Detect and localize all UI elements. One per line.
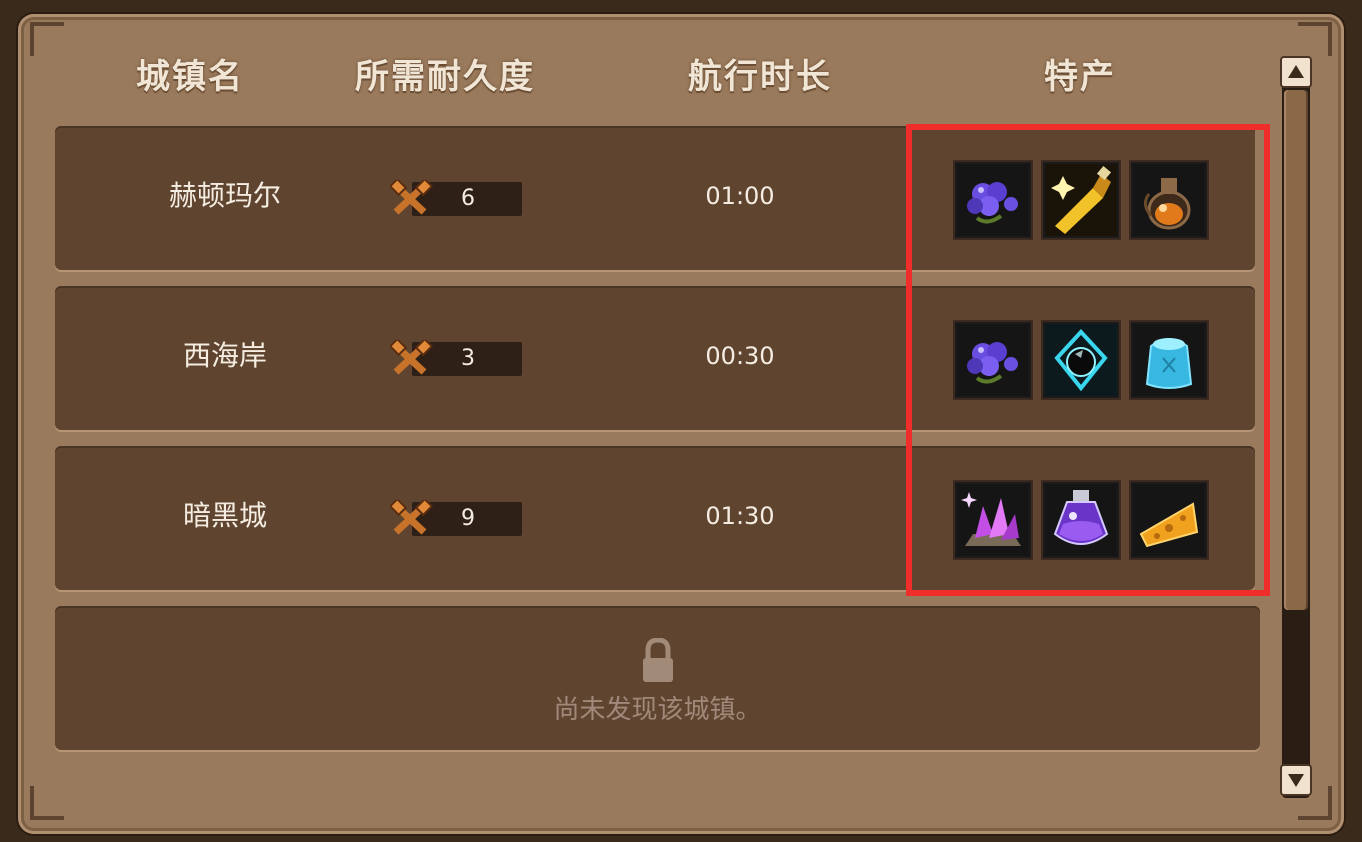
town-name: 暗黑城	[182, 499, 267, 532]
blue-jelly-icon[interactable]	[1131, 322, 1207, 398]
durability-cost: 9	[390, 500, 525, 538]
header-specialty: 特产	[1044, 57, 1116, 97]
golden-potion-bottle-icon[interactable]	[1043, 162, 1119, 238]
sail-time: 00:30	[705, 342, 775, 370]
lock-icon	[643, 638, 673, 682]
scroll-up-button[interactable]	[1280, 56, 1312, 88]
durability-value: 6	[461, 186, 475, 211]
durability-cost: 3	[390, 340, 525, 378]
durability-cost: 6	[390, 180, 525, 218]
town-row[interactable]: 暗黑城 9 01:30	[55, 446, 1255, 590]
corner-ornament	[30, 770, 80, 820]
header-town-name: 城镇名	[136, 57, 244, 97]
amber-flask-icon[interactable]	[1131, 162, 1207, 238]
locked-town-row: 尚未发现该城镇。	[55, 606, 1260, 750]
sail-time: 01:30	[705, 502, 775, 530]
town-row[interactable]: 西海岸 3 00:30	[55, 286, 1255, 430]
scrollbar-thumb[interactable]	[1284, 90, 1308, 610]
town-name: 西海岸	[182, 339, 267, 372]
purple-berry-cluster-icon[interactable]	[955, 322, 1031, 398]
locked-message: 尚未发现该城镇。	[553, 695, 762, 725]
header-sail-time: 航行时长	[688, 57, 832, 97]
header-durability: 所需耐久度	[355, 57, 535, 97]
sail-time: 01:00	[705, 182, 775, 210]
durability-value: 3	[461, 346, 475, 371]
scroll-down-button[interactable]	[1280, 764, 1312, 796]
town-name: 赫顿玛尔	[168, 179, 281, 212]
cheese-wedge-icon[interactable]	[1131, 482, 1207, 558]
dark-crystal-orb-icon[interactable]	[1043, 322, 1119, 398]
purple-potion-icon[interactable]	[1043, 482, 1119, 558]
durability-value: 9	[461, 506, 475, 531]
arrow-up-icon	[1288, 65, 1304, 78]
violet-crystal-icon[interactable]	[955, 482, 1031, 558]
purple-berry-cluster-icon[interactable]	[955, 162, 1031, 238]
corner-ornament	[30, 22, 80, 72]
arrow-down-icon	[1288, 774, 1304, 787]
town-row[interactable]: 赫顿玛尔 6 01:00	[55, 126, 1255, 270]
